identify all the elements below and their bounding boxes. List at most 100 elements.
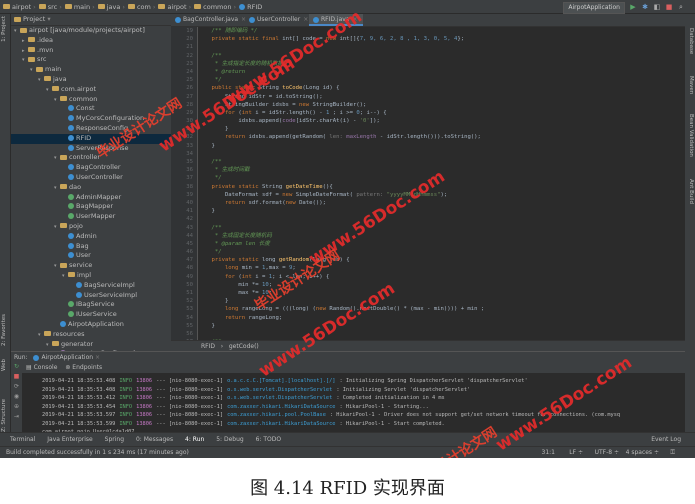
tree-item[interactable]: ▸ .mvn — [11, 46, 171, 56]
nav-crumb[interactable]: java — [107, 3, 121, 11]
line-separator[interactable]: LF ÷ — [569, 447, 583, 458]
tree-item[interactable]: ▾ com.airpot — [11, 85, 171, 95]
toolwin-spring[interactable]: Spring — [105, 433, 124, 447]
toolwin-run[interactable]: 4: Run — [185, 433, 204, 447]
tree-item[interactable]: UserMapper — [11, 212, 171, 222]
tab-bagcontroller[interactable]: BagController.java × — [171, 14, 251, 26]
code-token: sdf.format( — [248, 199, 286, 206]
tab-endpoints[interactable]: Endpoints — [72, 364, 102, 371]
tree-item-label: dao — [69, 182, 82, 191]
tree-item[interactable]: ▾ service — [11, 261, 171, 271]
tree-item[interactable]: IUserService — [11, 310, 171, 320]
exit-icon[interactable]: ⇥ — [11, 412, 22, 422]
coverage-icon[interactable]: ◧ — [653, 3, 661, 11]
stripe-favorites-tab[interactable]: 2: Favorites — [1, 314, 7, 346]
tree-item[interactable]: UserServiceImpl — [11, 291, 171, 301]
stripe-database-tab[interactable]: Database — [688, 28, 694, 54]
stop-icon[interactable]: ■ — [665, 3, 673, 11]
stripe-structure-tab[interactable]: Z: Structure — [1, 399, 7, 432]
stripe-ant-build-tab[interactable]: Ant Build — [688, 179, 694, 204]
debug-icon[interactable]: ✱ — [641, 3, 649, 11]
code-token: ; i >= — [329, 109, 357, 116]
close-icon[interactable]: × — [303, 16, 308, 23]
tree-item[interactable]: ▾ java — [11, 75, 171, 85]
tab-console[interactable]: Console — [34, 364, 58, 371]
tree-item[interactable]: ▾ common — [11, 95, 171, 105]
tree-item[interactable]: ▾ pojo — [11, 222, 171, 232]
stripe-maven-tab[interactable]: Maven — [688, 76, 694, 94]
tree-item[interactable]: ▾ src — [11, 55, 171, 65]
code-editor[interactable]: /** 随即编码 */ private static final int[] c… — [198, 27, 685, 340]
tree-item[interactable]: BagMapper — [11, 202, 171, 212]
tree-item[interactable]: ▾ resources — [11, 330, 171, 340]
tab-usercontroller[interactable]: UserController × — [245, 14, 313, 26]
project-folder-icon — [14, 16, 21, 22]
close-icon[interactable]: × — [353, 16, 358, 23]
lock-icon[interactable]: ⚿ — [670, 447, 675, 458]
tree-item[interactable]: ServerResponse — [11, 144, 171, 154]
nav-crumb[interactable]: com — [137, 3, 151, 11]
search-icon[interactable]: ⌕ — [677, 3, 685, 11]
rerun-icon[interactable]: ↻ — [11, 362, 22, 372]
tree-item[interactable]: MyCorsConfiguration — [11, 114, 171, 124]
nav-crumb[interactable]: airpot — [12, 3, 31, 11]
nav-crumb[interactable]: main — [74, 3, 90, 11]
run-config-tab[interactable]: AirpotApplication — [41, 354, 93, 361]
project-panel-header[interactable]: Project ▾ — [11, 14, 171, 26]
editor-breadcrumb[interactable]: RFID › getCode() — [171, 340, 685, 351]
toolwin-todo[interactable]: 6: TODO — [256, 433, 281, 447]
code-line: StringBuilder idsbs = new StringBuilder(… — [198, 101, 685, 109]
toolwin-terminal[interactable]: Terminal — [10, 433, 35, 447]
nav-crumb[interactable]: common — [203, 3, 231, 11]
pin-icon[interactable]: ⊕ — [11, 402, 22, 412]
tree-item[interactable]: AirpotApplication — [11, 320, 171, 330]
indent-setting[interactable]: 4 spaces ÷ — [626, 447, 659, 458]
toolwin-java-enterprise[interactable]: Java Enterprise — [47, 433, 92, 447]
file-encoding[interactable]: UTF-8 ÷ — [595, 447, 619, 458]
tree-item[interactable]: ▾ dao — [11, 183, 171, 193]
stripe-bean-validation-tab[interactable]: Bean Validation — [688, 114, 694, 157]
code-token: idsbs.append(getRandom( — [248, 134, 330, 141]
run-icon[interactable]: ▶ — [629, 3, 637, 11]
stripe-project-tab[interactable]: 1: Project — [1, 16, 7, 42]
stripe-web-tab[interactable]: Web — [1, 359, 7, 371]
tree-item[interactable]: ResponseConfig — [11, 124, 171, 134]
caret-position[interactable]: 31:1 — [542, 447, 555, 458]
tab-label: BagController.java — [183, 16, 239, 23]
restore-layout-icon[interactable]: ⟳ — [11, 382, 22, 392]
console-output[interactable]: 2019-04-21 18:35:53.408 INFO 13806 --- [nio… — [22, 373, 685, 432]
tree-item[interactable]: ▾ controller — [11, 153, 171, 163]
tree-item[interactable]: Const — [11, 104, 171, 114]
event-log-button[interactable]: Event Log — [651, 433, 681, 447]
toolwin-messages[interactable]: 0: Messages — [136, 433, 173, 447]
log-logger: com.zaxxer.hikari.HikariDataSource — [227, 420, 336, 427]
crumb-separator: › — [188, 2, 192, 11]
tree-item[interactable]: RFID — [11, 133, 171, 144]
tree-item[interactable]: ▾ impl — [11, 271, 171, 281]
run-config-selector[interactable]: AirpotApplication — [563, 2, 625, 14]
tree-item[interactable]: IBagService — [11, 300, 171, 310]
code-token: i = — [255, 273, 269, 280]
tree-item[interactable]: UserController — [11, 173, 171, 183]
nav-crumb[interactable]: src — [48, 3, 58, 11]
status-message: Build completed successfully in 1 s 234 … — [6, 449, 189, 456]
tree-item[interactable]: ▾ airpot [java/module/projects/airpot] — [11, 26, 171, 36]
tree-item-label: impl — [77, 270, 92, 279]
tree-item[interactable]: BagServiceImpl — [11, 281, 171, 291]
tree-item[interactable]: Admin — [11, 232, 171, 242]
log-pid: 13806 — [136, 412, 153, 418]
tab-rfid[interactable]: RFID.java × — [309, 14, 363, 26]
tree-item[interactable]: ▸ .idea — [11, 36, 171, 46]
tree-item[interactable]: AdminMapper — [11, 193, 171, 203]
code-token: pattern: — [356, 191, 387, 198]
nav-crumb[interactable]: airpot — [167, 3, 186, 11]
camera-icon[interactable]: ◉ — [11, 392, 22, 402]
tree-item[interactable]: ▾ main — [11, 65, 171, 75]
stop-icon[interactable]: ■ — [11, 372, 22, 382]
tree-item[interactable]: ▾ generator — [11, 340, 171, 350]
tree-item[interactable]: User — [11, 251, 171, 261]
toolwin-debug[interactable]: 5: Debug — [216, 433, 243, 447]
tree-item[interactable]: BagController — [11, 163, 171, 173]
tree-item[interactable]: Bag — [11, 242, 171, 252]
nav-crumb[interactable]: RFID — [247, 3, 262, 11]
